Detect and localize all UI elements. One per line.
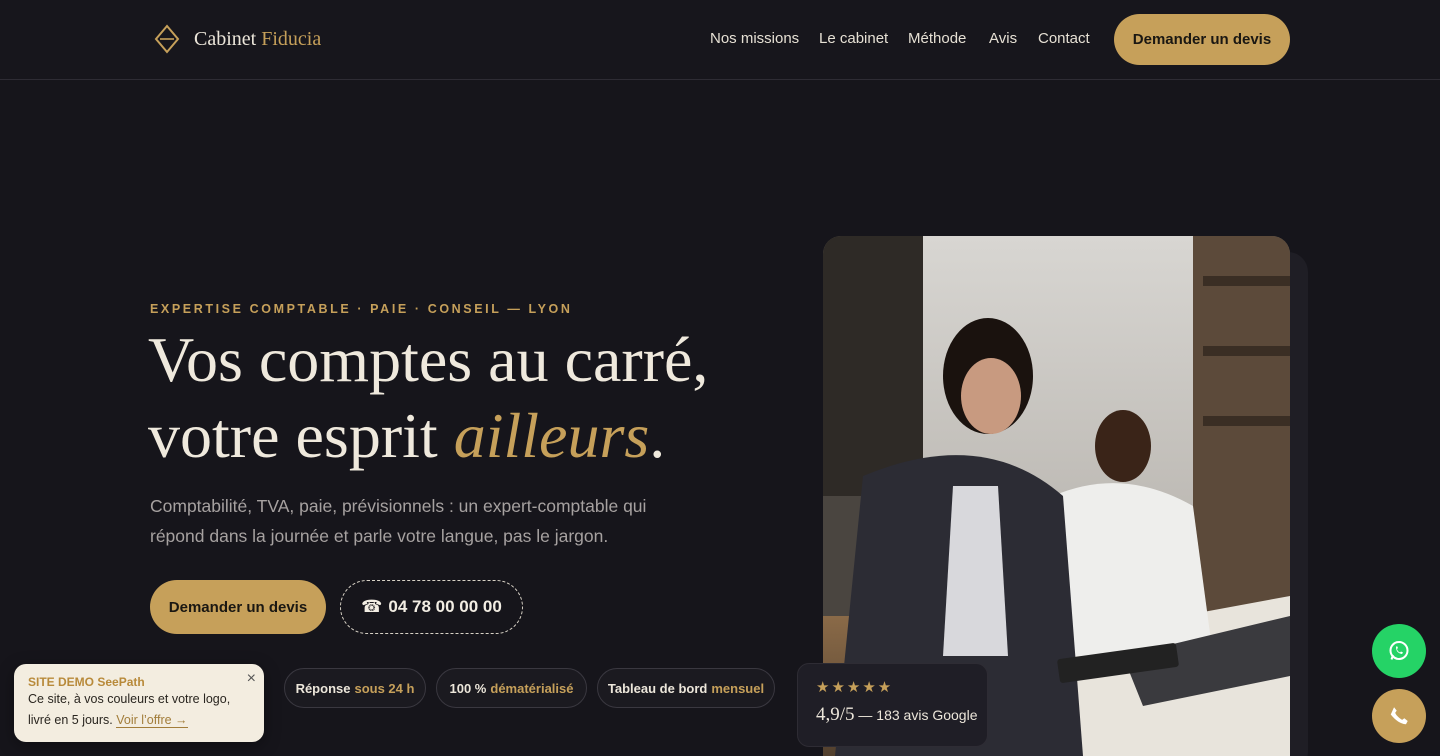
badge-accent: mensuel xyxy=(711,680,765,696)
demo-offer-link[interactable]: Voir l’offre → xyxy=(116,713,188,728)
hero-quote-button[interactable]: Demander un devis xyxy=(150,580,326,634)
headline-line-2-start: votre esprit xyxy=(148,400,454,471)
brand-name: Cabinet Fiducia xyxy=(194,28,321,51)
nav-nos-missions[interactable]: Nos missions xyxy=(710,30,799,47)
badge-accent: dématérialisé xyxy=(490,680,574,696)
brand-name-accent: Fiducia xyxy=(261,27,322,50)
hero-eyebrow: EXPERTISE COMPTABLE · PAIE · CONSEIL — L… xyxy=(150,302,573,316)
hero-lead: Comptabilité, TVA, paie, prévisionnels :… xyxy=(150,496,647,546)
nav-contact[interactable]: Contact xyxy=(1038,30,1090,47)
header-quote-button[interactable]: Demander un devis xyxy=(1114,14,1290,65)
rating-score: 4,9/5 xyxy=(816,704,855,725)
badge-strong: 100 % xyxy=(449,680,487,696)
phone-number: 04 78 00 00 00 xyxy=(388,597,502,616)
rating-summary: 4,9/5 — 183 avis Google xyxy=(816,704,987,726)
google-rating-card: ★★★★★ 4,9/5 — 183 avis Google xyxy=(797,663,988,747)
badge-accent: sous 24 h xyxy=(354,680,415,696)
rating-stars: ★★★★★ xyxy=(816,679,894,696)
site-header: Cabinet Fiducia Nos missions Le cabinet M… xyxy=(0,0,1440,80)
hero-headline: Vos comptes au carré, votre esprit aille… xyxy=(148,322,788,474)
badge-dematerialise: 100 % dématérialisé xyxy=(436,668,587,708)
whatsapp-icon xyxy=(1389,641,1409,660)
nav-methode[interactable]: Méthode xyxy=(908,30,966,47)
telephone-icon: ☎ xyxy=(361,597,383,616)
demo-notice: SITE DEMO SeePath Ce site, à vos couleur… xyxy=(14,664,264,742)
badge-response-time: Réponse sous 24 h xyxy=(284,668,426,708)
headline-accent: ailleurs xyxy=(453,400,650,471)
badge-strong: Réponse xyxy=(295,680,351,696)
hero-phone-button[interactable]: ☎ 04 78 00 00 00 xyxy=(340,580,523,634)
close-icon[interactable]: × xyxy=(247,668,256,689)
brand-logo[interactable]: Cabinet Fiducia xyxy=(154,24,321,54)
diamond-logo-icon xyxy=(154,24,180,54)
whatsapp-button[interactable] xyxy=(1372,624,1426,678)
phone-icon xyxy=(1390,707,1408,725)
demo-notice-title: SITE DEMO SeePath xyxy=(28,675,145,689)
call-button[interactable] xyxy=(1372,689,1426,743)
badge-dashboard: Tableau de bord mensuel xyxy=(597,668,775,708)
headline-end: . xyxy=(649,400,666,471)
headline-line-1: Vos comptes au carré, xyxy=(148,324,709,395)
nav-le-cabinet[interactable]: Le cabinet xyxy=(819,30,888,47)
nav-avis[interactable]: Avis xyxy=(989,30,1017,47)
brand-name-main: Cabinet xyxy=(194,27,257,50)
badge-strong: Tableau de bord xyxy=(607,680,708,696)
rating-count: — 183 avis Google xyxy=(854,707,978,723)
